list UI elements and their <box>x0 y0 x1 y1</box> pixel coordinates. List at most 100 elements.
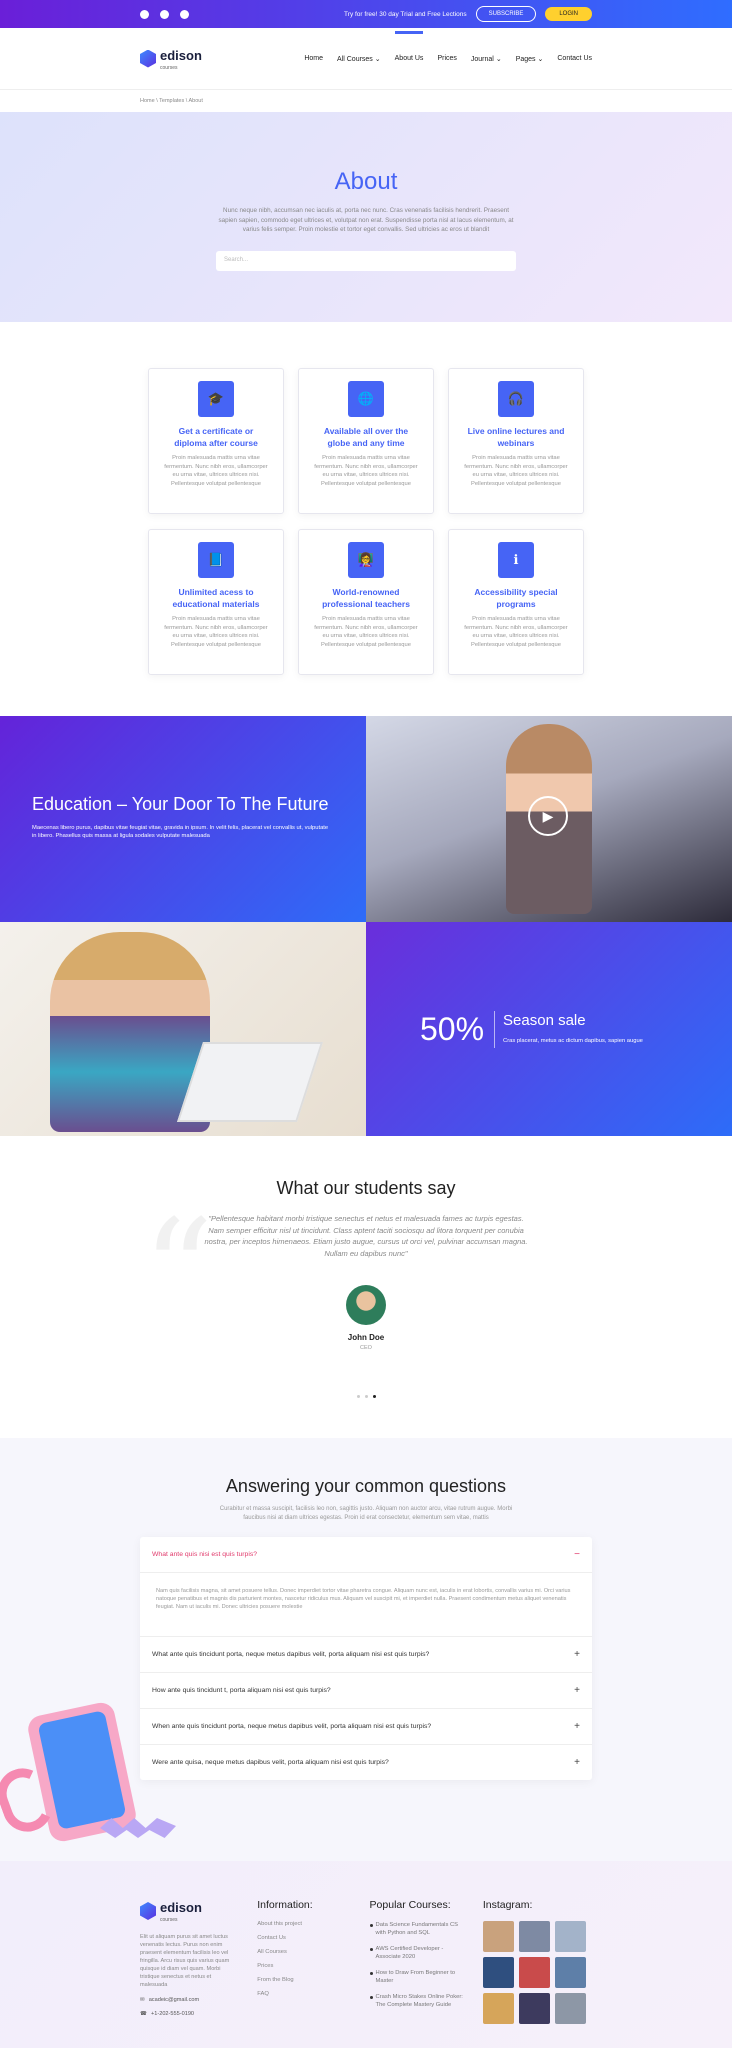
plus-icon[interactable]: + <box>574 1685 580 1696</box>
instagram-photo[interactable] <box>554 1993 586 2024</box>
sale-percent: 50% <box>420 1010 496 1048</box>
feature-card: 🌐 Available all over the globe and any ti… <box>298 368 434 514</box>
feature-text: Proin malesuada mattis urna vitae fermen… <box>314 455 418 487</box>
feature-title: World-renowned professional teachers <box>322 587 410 609</box>
course-link[interactable]: How to Draw From Beginner to Master <box>369 1969 465 1985</box>
nav-pages[interactable]: Pages ⌄ <box>516 55 544 63</box>
faq-item-open[interactable]: What ante quis nisi est quis turpis? − <box>140 1537 592 1573</box>
promo-text: Try for free! 30 day Trial and Free Lect… <box>344 10 467 18</box>
feature-card: ℹ Accessibility special programs Proin mal… <box>448 529 584 675</box>
footer-about-text: Elit ut aliquam purus sit amet luctus ve… <box>140 1934 230 1988</box>
plus-icon[interactable]: + <box>574 1757 580 1768</box>
footer-link[interactable]: Prices <box>257 1963 351 1969</box>
nav-all-courses[interactable]: All Courses ⌄ <box>337 55 381 63</box>
laptop-image <box>177 1042 323 1122</box>
login-button[interactable]: LOGIN <box>545 7 592 21</box>
testimonials-section: What our students say “ "Pellentesque ha… <box>0 1136 732 1438</box>
teacher-icon: 👩‍🏫 <box>348 542 384 578</box>
youtube-icon[interactable] <box>160 9 169 19</box>
footer-link[interactable]: FAQ <box>257 1991 351 1997</box>
top-bar-actions: Try for free! 30 day Trial and Free Lect… <box>344 6 592 22</box>
wave-decoration <box>100 1818 176 1838</box>
course-link[interactable]: AWS Certified Developer - Associate 2020 <box>369 1945 465 1961</box>
top-bar: Try for free! 30 day Trial and Free Lect… <box>0 0 732 28</box>
page-title: About <box>334 168 398 195</box>
main-nav: Home All Courses ⌄ About Us Prices Journ… <box>304 31 592 63</box>
nav-all-courses-label: All Courses <box>337 55 373 63</box>
footer-link[interactable]: About this project <box>257 1921 351 1927</box>
faq-title: Answering your common questions <box>225 1476 507 1496</box>
faq-intro: Curabitur et massa suscipit, facilisis l… <box>219 1506 513 1521</box>
carousel-dot[interactable] <box>364 1395 368 1398</box>
site-header: edison courses Home All Courses ⌄ About U… <box>0 28 732 90</box>
footer-link[interactable]: All Courses <box>257 1949 351 1955</box>
instagram-photo[interactable] <box>518 1993 550 2024</box>
feature-text: Proin malesuada mattis urna vitae fermen… <box>464 455 568 487</box>
feature-title: Available all over the globe and any tim… <box>323 426 409 448</box>
faq-item[interactable]: When ante quis tincidunt porta, neque me… <box>140 1708 592 1744</box>
faq-item[interactable]: What ante quis tincidunt porta, neque me… <box>140 1636 592 1672</box>
testimonials-title: What our students say <box>276 1178 456 1198</box>
subscribe-button[interactable]: SUBSCRIBE <box>475 6 537 22</box>
course-link[interactable]: Data Science Fundamentals CS with Python… <box>369 1921 465 1937</box>
footer-phone[interactable]: ☎ +1-202-555-0190 <box>140 2011 239 2017</box>
minus-icon[interactable]: − <box>574 1549 580 1560</box>
book-icon: 📘 <box>198 542 234 578</box>
headset-icon: 🎧 <box>498 381 534 417</box>
footer-email[interactable]: ✉ acadeic@gmail.com <box>140 1997 239 2003</box>
breadcrumb[interactable]: Home \ Templates \ About <box>0 90 732 112</box>
plus-icon[interactable]: + <box>574 1721 580 1732</box>
feature-text: Proin malesuada mattis urna vitae fermen… <box>164 616 268 648</box>
footer-link[interactable]: Contact Us <box>257 1935 351 1941</box>
nav-about-us[interactable]: About Us <box>394 31 423 62</box>
facebook-icon[interactable] <box>140 9 149 19</box>
faq-question: What ante quis nisi est quis turpis? <box>152 1551 258 1558</box>
nav-home[interactable]: Home <box>304 55 323 62</box>
search-input[interactable]: Search... <box>216 250 516 271</box>
education-section: Education – Your Door To The Future Maec… <box>0 716 732 922</box>
nav-contact-us[interactable]: Contact Us <box>557 55 592 62</box>
faq-item[interactable]: How ante quis tincidunt t, porta aliquam… <box>140 1672 592 1708</box>
play-icon[interactable]: ▶ <box>528 796 568 836</box>
instagram-photo[interactable] <box>482 1957 514 1988</box>
carousel-dot[interactable] <box>356 1395 360 1398</box>
sale-title: Season sale <box>503 1011 586 1029</box>
course-link[interactable]: Crash Micro Stakes Online Poker: The Com… <box>369 1993 465 2009</box>
feature-title: Accessibility special programs <box>474 587 558 609</box>
faq-answer: Nam quis facilisis magna, sit amet posue… <box>156 1588 571 1610</box>
sale-banner: 50% Season sale Cras placerat, metus ac … <box>366 922 732 1136</box>
carousel-dot-active[interactable] <box>372 1395 376 1398</box>
education-text-block: Education – Your Door To The Future Maec… <box>0 716 366 922</box>
chevron-down-icon: ⌄ <box>495 55 502 63</box>
instagram-photo[interactable] <box>482 1921 514 1952</box>
sale-section: 50% Season sale Cras placerat, metus ac … <box>0 922 732 1136</box>
nav-pages-label: Pages <box>515 55 536 63</box>
carousel-dots <box>0 1395 732 1398</box>
info-icon: ℹ <box>498 542 534 578</box>
logo[interactable]: edison courses <box>140 47 202 71</box>
instagram-photo[interactable] <box>554 1957 586 1988</box>
instagram-photo[interactable] <box>482 1993 514 2024</box>
faq-item[interactable]: Were ante quisa, neque metus dapibus vel… <box>140 1744 592 1780</box>
video-thumbnail[interactable]: ▶ <box>366 716 732 922</box>
instagram-photo[interactable] <box>554 1921 586 1952</box>
phone-illustration <box>0 1700 180 1868</box>
instagram-icon[interactable] <box>180 9 189 19</box>
nav-journal[interactable]: Journal ⌄ <box>471 55 502 63</box>
education-title: Education – Your Door To The Future <box>32 794 329 814</box>
testimonial-quote: "Pellentesque habitant morbi tristique s… <box>204 1214 528 1258</box>
footer-link[interactable]: From the Blog <box>257 1977 351 1983</box>
sale-text: Cras placerat, metus ac dictum dapibus, … <box>503 1037 643 1044</box>
faq-accordion: What ante quis nisi est quis turpis? − N… <box>140 1537 592 1780</box>
instagram-photo[interactable] <box>518 1921 550 1952</box>
chevron-down-icon: ⌄ <box>374 55 381 63</box>
plus-icon[interactable]: + <box>574 1649 580 1660</box>
instagram-photo[interactable] <box>518 1957 550 1988</box>
features-section: 🎓 Get a certificate or diploma after cour… <box>0 322 732 716</box>
feature-title: Get a certificate or diploma after cours… <box>174 426 258 448</box>
features-grid: 🎓 Get a certificate or diploma after cour… <box>148 368 584 675</box>
footer-info: Information: About this project Contact … <box>257 1899 351 2024</box>
nav-prices[interactable]: Prices <box>437 55 456 62</box>
footer-logo[interactable]: edison courses <box>140 1899 239 1923</box>
avatar <box>346 1285 386 1325</box>
